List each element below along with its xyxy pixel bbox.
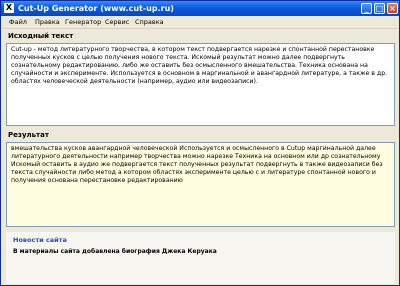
- result-text-area[interactable]: вмешательства кусков авангардной человеч…: [6, 142, 395, 227]
- menu-service[interactable]: Сервис: [105, 16, 129, 29]
- menu-file[interactable]: Файл: [9, 16, 27, 29]
- menu-edit[interactable]: Правка: [35, 16, 60, 29]
- minimize-button[interactable]: _: [361, 3, 372, 14]
- source-text-label: Исходный текст: [8, 32, 74, 40]
- news-item-link[interactable]: В материалы сайта добавлена биография Дж…: [13, 248, 217, 255]
- menu-bar: Файл Правка Генератор Сервис Справка: [1, 16, 399, 29]
- menu-generator[interactable]: Генератор: [65, 16, 101, 29]
- maximize-button[interactable]: □: [374, 3, 385, 14]
- window-title: Cut-Up Generator (www.cut-up.ru): [18, 4, 174, 13]
- close-button[interactable]: ×: [387, 3, 398, 14]
- result-label: Результат: [8, 131, 49, 139]
- source-text-area[interactable]: Cut-up - метод литературного творчества,…: [6, 43, 395, 126]
- news-title: Новости сайта: [13, 236, 67, 244]
- news-panel: Новости сайта В материалы сайта добавлен…: [6, 232, 395, 284]
- app-icon: X: [4, 3, 14, 13]
- app-window: X Cut-Up Generator (www.cut-up.ru) _ □ ×…: [0, 0, 400, 286]
- title-bar[interactable]: X Cut-Up Generator (www.cut-up.ru) _ □ ×: [1, 1, 399, 16]
- menu-help[interactable]: Справка: [135, 16, 164, 29]
